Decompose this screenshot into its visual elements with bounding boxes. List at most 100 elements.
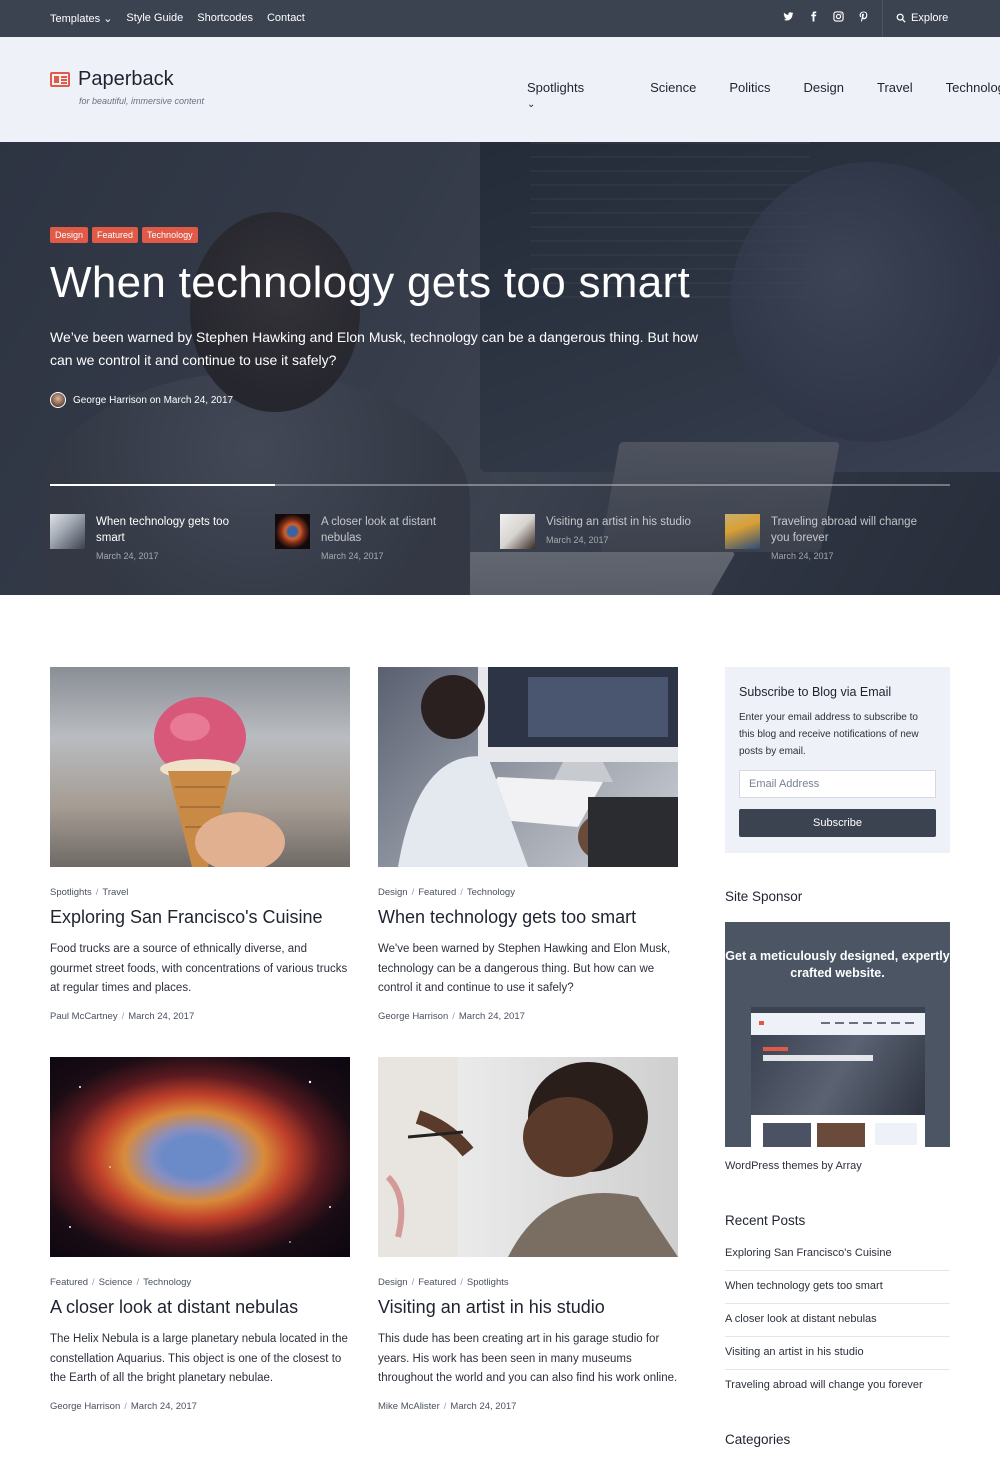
chevron-down-icon: ⌄ xyxy=(527,99,536,110)
post-date[interactable]: March 24, 2017 xyxy=(450,1401,516,1412)
slider-nav-item[interactable]: Visiting an artist in his studio March 2… xyxy=(500,514,725,561)
author-link[interactable]: George Harrison xyxy=(378,1011,448,1022)
separator: / xyxy=(452,1010,455,1022)
category-link[interactable]: Technology xyxy=(467,887,515,898)
post-byline: Paul McCartney / March 24, 2017 xyxy=(50,1011,350,1022)
post-title[interactable]: When technology gets too smart xyxy=(378,907,678,928)
post-title[interactable]: Visiting an artist in his studio xyxy=(378,1297,678,1318)
author-link[interactable]: George Harrison xyxy=(50,1401,120,1412)
main-nav: Spotlights ⌄ Science Politics Design Tra… xyxy=(527,80,1000,110)
author-link[interactable]: Mike McAlister xyxy=(378,1401,440,1412)
top-nav-templates[interactable]: Templates ⌄ xyxy=(50,12,112,25)
recent-post-link[interactable]: Traveling abroad will change you forever xyxy=(725,1370,950,1403)
post-byline: George Harrison / March 24, 2017 xyxy=(50,1401,350,1412)
category-link[interactable]: Spotlights xyxy=(467,1277,509,1288)
preview-detail xyxy=(875,1123,917,1145)
facebook-icon[interactable] xyxy=(808,11,819,22)
site-header: Paperback for beautiful, immersive conte… xyxy=(0,37,1000,142)
nav-item-design[interactable]: Design xyxy=(804,80,844,110)
post-image-ice-cream[interactable] xyxy=(50,667,350,867)
nav-item-spotlights[interactable]: Spotlights ⌄ xyxy=(527,80,617,110)
post-image-artist[interactable] xyxy=(378,1057,678,1257)
category-badge[interactable]: Design xyxy=(50,227,89,243)
top-nav-style-guide[interactable]: Style Guide xyxy=(126,12,183,25)
explore-button[interactable]: Explore xyxy=(896,12,948,24)
topbar-divider xyxy=(882,0,883,37)
slider-nav-item[interactable]: A closer look at distant nebulas March 2… xyxy=(275,514,500,561)
slide-thumbnail xyxy=(275,514,310,549)
site-tagline: for beautiful, immersive content xyxy=(79,96,205,106)
nav-item-science[interactable]: Science xyxy=(650,80,696,110)
post-title[interactable]: Exploring San Francisco's Cuisine xyxy=(50,907,350,928)
category-link[interactable]: Design xyxy=(378,887,408,898)
nav-item-technology[interactable]: Technology xyxy=(946,80,1000,110)
post-byline: Mike McAlister / March 24, 2017 xyxy=(378,1401,678,1412)
subscribe-widget: Subscribe to Blog via Email Enter your e… xyxy=(725,667,950,853)
post-title[interactable]: A closer look at distant nebulas xyxy=(50,1297,350,1318)
pinterest-icon[interactable] xyxy=(858,11,869,22)
sponsor-caption[interactable]: WordPress themes by Array xyxy=(725,1160,862,1172)
artist-illustration xyxy=(378,1057,678,1257)
separator: / xyxy=(92,1277,95,1288)
hero-slider: Design Featured Technology When technolo… xyxy=(0,142,1000,595)
category-link[interactable]: Featured xyxy=(418,1277,456,1288)
category-link[interactable]: Travel xyxy=(102,887,128,898)
recent-posts-title: Recent Posts xyxy=(725,1213,806,1228)
sponsor-banner[interactable]: Get a meticulously designed, expertly cr… xyxy=(725,922,950,1147)
nav-item-label: Spotlights xyxy=(527,80,585,95)
separator: / xyxy=(121,1010,125,1022)
separator: / xyxy=(460,1277,463,1288)
site-title[interactable]: Paperback xyxy=(78,68,174,91)
recent-post-link[interactable]: Exploring San Francisco's Cuisine xyxy=(725,1238,950,1271)
slide-date: March 24, 2017 xyxy=(321,551,384,561)
author-link[interactable]: Paul McCartney xyxy=(50,1011,118,1022)
top-nav-shortcodes[interactable]: Shortcodes xyxy=(197,12,253,25)
post-image-nebula[interactable] xyxy=(50,1057,350,1257)
category-badge[interactable]: Featured xyxy=(92,227,139,243)
category-badge[interactable]: Technology xyxy=(142,227,198,243)
slide-title: Traveling abroad will change you forever xyxy=(771,516,917,544)
category-link[interactable]: Featured xyxy=(418,887,456,898)
slide-thumbnail xyxy=(725,514,760,549)
category-link[interactable]: Spotlights xyxy=(50,887,92,898)
email-field[interactable] xyxy=(739,770,936,798)
slider-nav-item[interactable]: Traveling abroad will change you forever… xyxy=(725,514,950,561)
nav-item-politics[interactable]: Politics xyxy=(729,80,770,110)
twitter-icon[interactable] xyxy=(783,11,794,22)
post-card: Featured / Science / Technology A closer loo… xyxy=(50,1057,350,1412)
avatar xyxy=(50,392,66,408)
category-link[interactable]: Design xyxy=(378,1277,408,1288)
post-excerpt: The Helix Nebula is a large planetary ne… xyxy=(50,1333,348,1384)
post-excerpt: This dude has been creating art in his g… xyxy=(378,1333,678,1384)
slide-date: March 24, 2017 xyxy=(771,551,834,561)
slide-title: Visiting an artist in his studio xyxy=(546,516,691,528)
chevron-down-icon: ⌄ xyxy=(103,13,113,25)
slide-title: A closer look at distant nebulas xyxy=(321,516,437,544)
slider-nav-item[interactable]: When technology gets too smart March 24,… xyxy=(50,514,275,561)
post-categories: Featured / Science / Technology xyxy=(50,1277,350,1288)
recent-post-link[interactable]: When technology gets too smart xyxy=(725,1271,950,1304)
social-links xyxy=(783,11,869,22)
nav-item-travel[interactable]: Travel xyxy=(877,80,913,110)
byline-text[interactable]: George Harrison on March 24, 2017 xyxy=(73,395,233,406)
preview-detail xyxy=(751,1013,925,1035)
preview-detail xyxy=(817,1123,865,1147)
top-nav-contact[interactable]: Contact xyxy=(267,12,305,25)
post-date[interactable]: March 24, 2017 xyxy=(459,1011,525,1022)
recent-post-link[interactable]: A closer look at distant nebulas xyxy=(725,1304,950,1337)
post-image-computer[interactable] xyxy=(378,667,678,867)
subscribe-button[interactable]: Subscribe xyxy=(739,809,936,837)
separator: / xyxy=(136,1277,140,1288)
recent-post-link[interactable]: Visiting an artist in his studio xyxy=(725,1337,950,1370)
slide-date: March 24, 2017 xyxy=(546,535,609,545)
hero-title[interactable]: When technology gets too smart xyxy=(50,258,690,308)
subscribe-description: Enter your email address to subscribe to… xyxy=(739,712,919,757)
post-date[interactable]: March 24, 2017 xyxy=(128,1011,194,1022)
category-link[interactable]: Technology xyxy=(143,1277,191,1288)
computer-illustration xyxy=(398,667,678,867)
post-date[interactable]: March 24, 2017 xyxy=(131,1401,197,1412)
category-link[interactable]: Featured xyxy=(50,1277,88,1288)
newspaper-logo-icon[interactable] xyxy=(50,72,70,87)
instagram-icon[interactable] xyxy=(833,11,844,22)
category-link[interactable]: Science xyxy=(99,1277,133,1288)
